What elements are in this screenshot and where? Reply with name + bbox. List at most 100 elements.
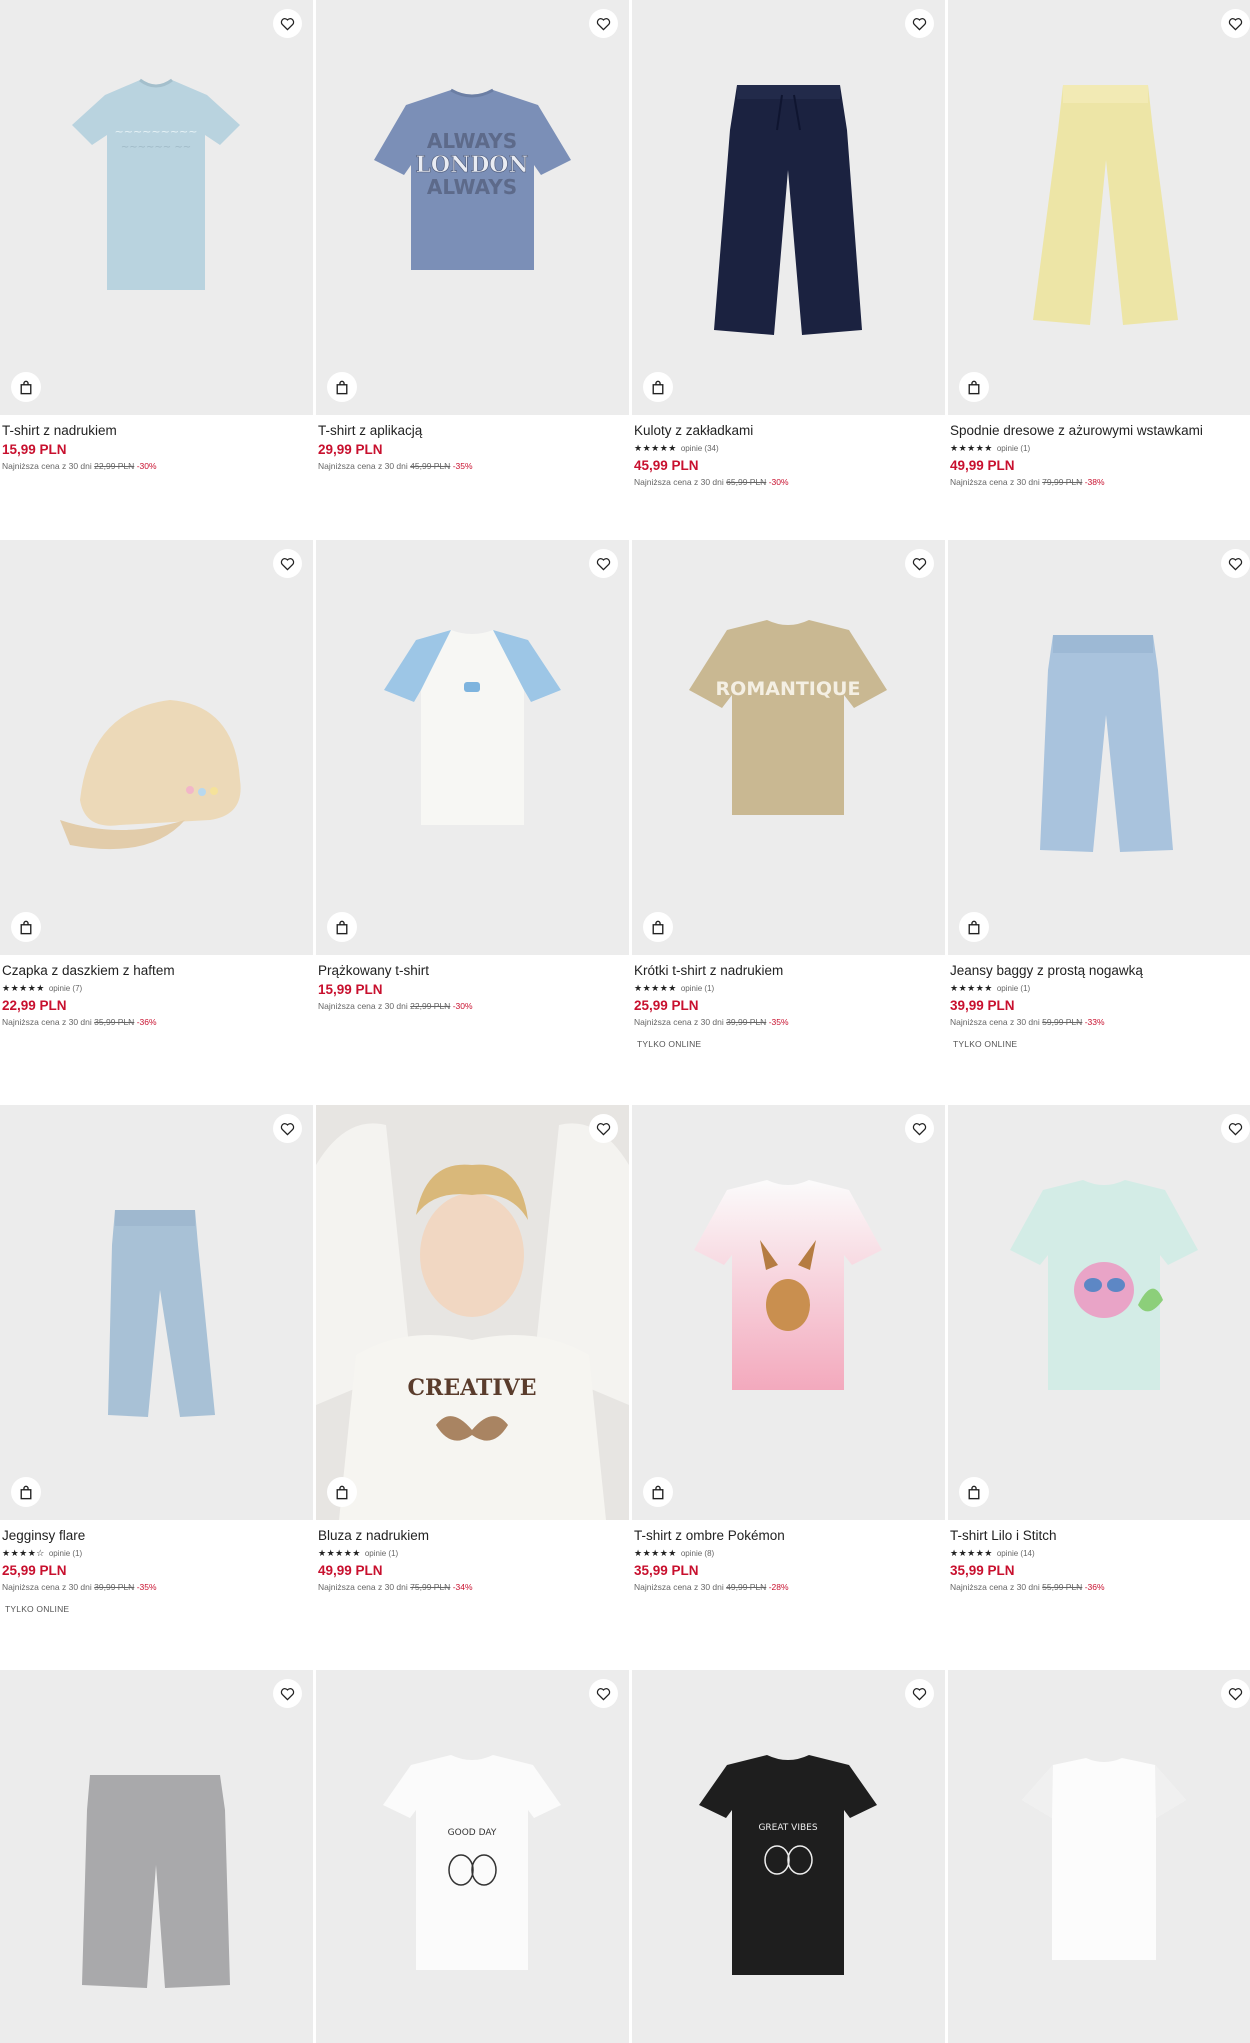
add-to-cart-button[interactable]: [11, 1477, 41, 1507]
lowest-price-info: Najniższa cena z 30 dni 79,99 PLN -38%: [950, 477, 1105, 487]
product-image[interactable]: GREAT VIBES: [632, 1670, 945, 2043]
product-image[interactable]: [0, 540, 313, 955]
product-image[interactable]: [632, 0, 945, 415]
add-to-cart-button[interactable]: [643, 1477, 673, 1507]
add-to-cart-button[interactable]: [959, 372, 989, 402]
review-count[interactable]: opinie (7): [49, 984, 82, 993]
favorite-button[interactable]: [1221, 1114, 1250, 1143]
add-to-cart-button[interactable]: [959, 1477, 989, 1507]
favorite-button[interactable]: [589, 1679, 618, 1708]
product-image[interactable]: [948, 1670, 1250, 2043]
review-count[interactable]: opinie (14): [997, 1549, 1035, 1558]
product-name[interactable]: T-shirt z aplikacją: [318, 422, 627, 439]
product-grid: ~~~~~~~~~ ~~~~~~ ~~ T-shirt z nadrukiem …: [0, 0, 1250, 2043]
favorite-button[interactable]: [1221, 1679, 1250, 1708]
product-card[interactable]: GREAT VIBES: [632, 1670, 945, 2043]
review-count[interactable]: opinie (1): [997, 984, 1030, 993]
add-to-cart-button[interactable]: [959, 912, 989, 942]
lowest-price-info: Najniższa cena z 30 dni 75,99 PLN -34%: [318, 1582, 473, 1592]
add-to-cart-button[interactable]: [327, 912, 357, 942]
favorite-button[interactable]: [273, 1679, 302, 1708]
shopping-bag-icon: [968, 1485, 980, 1499]
product-name[interactable]: T-shirt Lilo i Stitch: [950, 1527, 1250, 1544]
shopping-bag-icon: [336, 1485, 348, 1499]
product-name[interactable]: T-shirt z nadrukiem: [2, 422, 311, 439]
product-image[interactable]: [948, 1105, 1250, 1520]
product-card[interactable]: Jeansy baggy z prostą nogawką ★★★★★ opini…: [948, 540, 1250, 1049]
review-count[interactable]: opinie (1): [681, 984, 714, 993]
shopping-bag-icon: [652, 1485, 664, 1499]
shopping-bag-icon: [968, 920, 980, 934]
product-image[interactable]: ~~~~~~~~~ ~~~~~~ ~~: [0, 0, 313, 415]
product-name[interactable]: Bluza z nadrukiem: [318, 1527, 627, 1544]
review-count[interactable]: opinie (1): [997, 444, 1030, 453]
product-image[interactable]: CREATIVE: [316, 1105, 629, 1520]
product-name[interactable]: Prążkowany t-shirt: [318, 962, 627, 979]
product-card[interactable]: Prążkowany t-shirt 15,99 PLN Najniższa c…: [316, 540, 629, 1011]
product-name[interactable]: Krótki t-shirt z nadrukiem: [634, 962, 943, 979]
product-image[interactable]: GOOD DAY: [316, 1670, 629, 2043]
rating-stars: ★★★★☆: [2, 1548, 45, 1558]
favorite-button[interactable]: [905, 1679, 934, 1708]
product-name[interactable]: Kuloty z zakładkami: [634, 422, 943, 439]
product-image[interactable]: [0, 1105, 313, 1520]
product-name[interactable]: Jegginsy flare: [2, 1527, 311, 1544]
product-card[interactable]: Spodnie dresowe z ażurowymi wstawkami ★★…: [948, 0, 1250, 487]
rating-stars: ★★★★★: [634, 443, 677, 453]
favorite-button[interactable]: [589, 1114, 618, 1143]
product-image[interactable]: [632, 1105, 945, 1520]
favorite-button[interactable]: [273, 1114, 302, 1143]
product-name[interactable]: Jeansy baggy z prostą nogawką: [950, 962, 1250, 979]
review-count[interactable]: opinie (1): [49, 1549, 82, 1558]
product-name[interactable]: Czapka z daszkiem z haftem: [2, 962, 311, 979]
product-image[interactable]: ROMANTIQUE: [632, 540, 945, 955]
favorite-button[interactable]: [905, 549, 934, 578]
product-photo-shorts: [82, 1775, 230, 1988]
add-to-cart-button[interactable]: [11, 912, 41, 942]
product-image[interactable]: [316, 540, 629, 955]
product-card[interactable]: ALWAYS LONDON ALWAYS T-shirt z aplikacją…: [316, 0, 629, 471]
favorite-button[interactable]: [273, 9, 302, 38]
favorite-button[interactable]: [905, 9, 934, 38]
add-to-cart-button[interactable]: [11, 372, 41, 402]
add-to-cart-button[interactable]: [643, 372, 673, 402]
add-to-cart-button[interactable]: [643, 912, 673, 942]
product-price: 49,99 PLN: [950, 458, 1015, 473]
shopping-bag-icon: [336, 920, 348, 934]
product-name[interactable]: Spodnie dresowe z ażurowymi wstawkami: [950, 422, 1250, 439]
product-image[interactable]: [948, 540, 1250, 955]
product-card[interactable]: Czapka z daszkiem z haftem ★★★★★ opinie (…: [0, 540, 313, 1027]
favorite-button[interactable]: [273, 549, 302, 578]
product-price: 49,99 PLN: [318, 1563, 383, 1578]
favorite-button[interactable]: [1221, 549, 1250, 578]
product-name[interactable]: T-shirt z ombre Pokémon: [634, 1527, 943, 1544]
product-card[interactable]: T-shirt Lilo i Stitch ★★★★★ opinie (14) 3…: [948, 1105, 1250, 1592]
heart-icon: [912, 17, 927, 31]
svg-text:~~~~~~ ~~: ~~~~~~ ~~: [121, 142, 191, 153]
add-to-cart-button[interactable]: [327, 372, 357, 402]
product-card[interactable]: Kuloty z zakładkami ★★★★★ opinie (34) 45,…: [632, 0, 945, 487]
product-price: 15,99 PLN: [2, 442, 67, 457]
garment-print: GREAT VIBES: [758, 1823, 817, 1833]
favorite-button[interactable]: [589, 549, 618, 578]
heart-icon: [1228, 1687, 1243, 1701]
add-to-cart-button[interactable]: [327, 1477, 357, 1507]
product-card[interactable]: [948, 1670, 1250, 2043]
product-image[interactable]: ALWAYS LONDON ALWAYS: [316, 0, 629, 415]
favorite-button[interactable]: [1221, 9, 1250, 38]
product-rating: ★★★★★ opinie (14): [950, 1547, 1250, 1560]
review-count[interactable]: opinie (8): [681, 1549, 714, 1558]
product-card[interactable]: GOOD DAY: [316, 1670, 629, 2043]
product-card[interactable]: T-shirt z ombre Pokémon ★★★★★ opinie (8) …: [632, 1105, 945, 1592]
review-count[interactable]: opinie (1): [365, 1549, 398, 1558]
product-card[interactable]: Jegginsy flare ★★★★☆ opinie (1) 25,99 PLN…: [0, 1105, 313, 1614]
product-image[interactable]: [0, 1670, 313, 2043]
product-card[interactable]: ~~~~~~~~~ ~~~~~~ ~~ T-shirt z nadrukiem …: [0, 0, 313, 471]
favorite-button[interactable]: [905, 1114, 934, 1143]
product-card[interactable]: [0, 1670, 313, 2043]
product-image[interactable]: [948, 0, 1250, 415]
review-count[interactable]: opinie (34): [681, 444, 719, 453]
product-card[interactable]: CREATIVE Bluza z nadrukiem ★★★★★ opinie (…: [316, 1105, 629, 1592]
product-card[interactable]: ROMANTIQUE Krótki t-shirt z nadrukiem ★★…: [632, 540, 945, 1049]
favorite-button[interactable]: [589, 9, 618, 38]
